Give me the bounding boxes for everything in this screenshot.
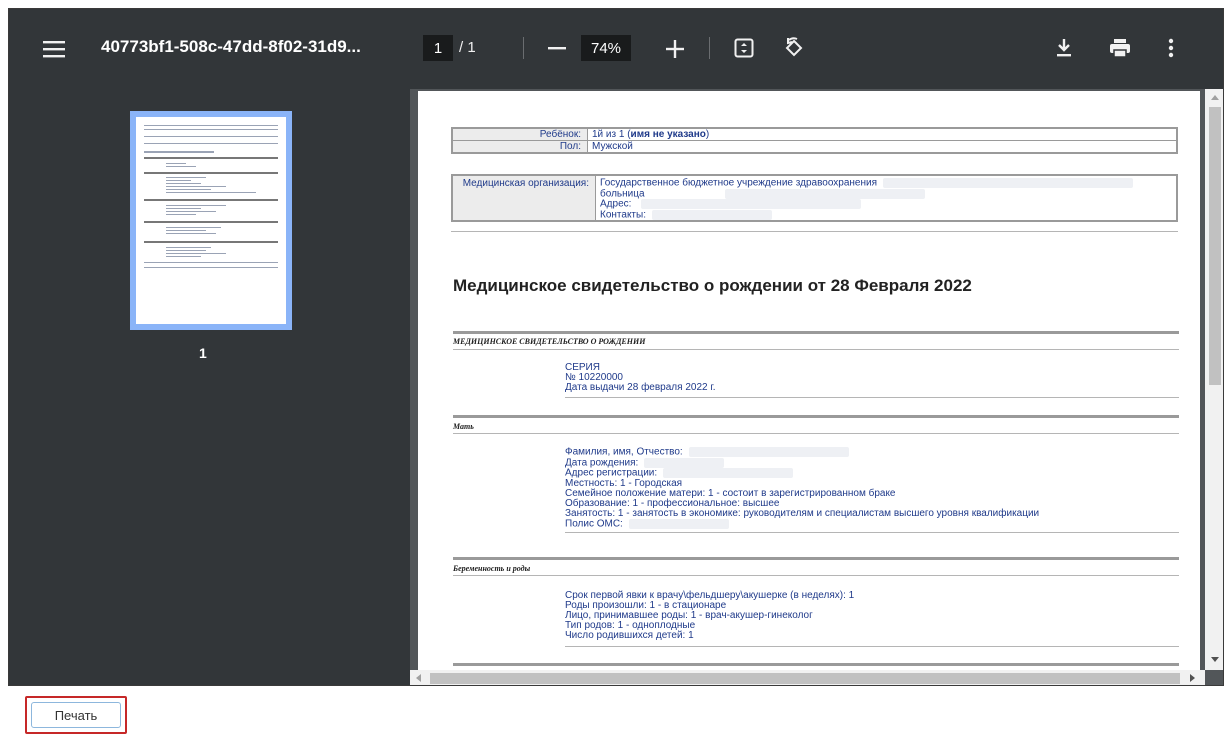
print-icon[interactable] [1104, 33, 1136, 63]
page-thumbnail[interactable] [130, 111, 292, 330]
certificate-block: СЕРИЯ № 10220000 Дата выдачи 28 февраля … [565, 362, 716, 393]
toolbar-divider [709, 37, 710, 59]
organization-name-cont: больница [600, 188, 645, 200]
sex-value: Мужской [592, 141, 633, 152]
rotate-icon[interactable] [779, 33, 809, 63]
organization-address: Адрес: [600, 198, 632, 210]
child-value-suffix: ) [705, 129, 710, 140]
organization-contacts: Контакты: [600, 209, 646, 221]
scroll-left-icon[interactable] [416, 674, 421, 682]
print-button-highlight: Печать [25, 696, 127, 734]
zoom-in-button[interactable] [661, 35, 689, 63]
download-icon[interactable] [1049, 33, 1079, 63]
page-number-input[interactable]: 1 [423, 35, 453, 61]
pdf-viewer: 40773bf1-508c-47dd-8f02-31d9... 1 / 1 74… [8, 8, 1224, 686]
thumbnail-page-number: 1 [199, 345, 207, 361]
section-title-certificate: МЕДИЦИНСКОЕ СВИДЕТЕЛЬСТВО О РОЖДЕНИИ [453, 337, 646, 346]
thumbnail-sidebar: 1 [9, 89, 410, 685]
page-total: / 1 [459, 39, 476, 56]
pregnancy-block: Срок первой явки к врачу\фельдшеру\акуше… [565, 590, 855, 641]
zoom-level-input[interactable]: 74% [581, 35, 631, 61]
fit-to-page-icon[interactable] [729, 33, 759, 63]
document-page: Ребёнок: 1й из 1 (имя не указано) Пол: Муж… [418, 91, 1200, 685]
vertical-scrollbar[interactable] [1205, 89, 1223, 670]
document-viewport[interactable]: Ребёнок: 1й из 1 (имя не указано) Пол: Муж… [410, 89, 1223, 685]
section-title-mother: Мать [453, 422, 474, 431]
organization-table: Медицинская организация: Государственное… [451, 174, 1178, 222]
scroll-up-icon[interactable] [1211, 95, 1219, 100]
more-options-icon[interactable] [1159, 33, 1183, 63]
document-heading: Медицинское свидетельство о рождении от … [453, 276, 972, 295]
mother-block: Фамилия, имя, Отчество: Дата рождения: А… [565, 446, 1040, 530]
organization-name: Государственное бюджетное учреждение здр… [600, 177, 878, 189]
child-info-table: Ребёнок: 1й из 1 (имя не указано) Пол: Муж… [451, 127, 1178, 154]
menu-icon[interactable] [39, 35, 69, 63]
section-title-pregnancy: Беременность и роды [453, 564, 531, 573]
pdf-toolbar: 40773bf1-508c-47dd-8f02-31d9... 1 / 1 74… [9, 9, 1223, 89]
print-button[interactable]: Печать [31, 702, 121, 728]
child-value-prefix: 1й из 1 ( [592, 129, 631, 140]
horizontal-scrollbar[interactable] [410, 670, 1205, 685]
horizontal-scroll-thumb[interactable] [430, 673, 1180, 684]
scroll-right-icon[interactable] [1190, 674, 1195, 682]
document-title: 40773bf1-508c-47dd-8f02-31d9... [101, 37, 361, 56]
zoom-out-button[interactable] [543, 35, 571, 63]
child-value-name: имя не указано [630, 129, 706, 140]
child-label: Ребёнок: [453, 129, 588, 140]
toolbar-divider [523, 37, 524, 59]
sex-label: Пол: [453, 141, 588, 152]
organization-label: Медицинская организация: [453, 176, 596, 220]
thumbnail-page-preview [136, 117, 286, 324]
vertical-scroll-thumb[interactable] [1209, 107, 1221, 385]
scroll-down-icon[interactable] [1211, 657, 1219, 662]
